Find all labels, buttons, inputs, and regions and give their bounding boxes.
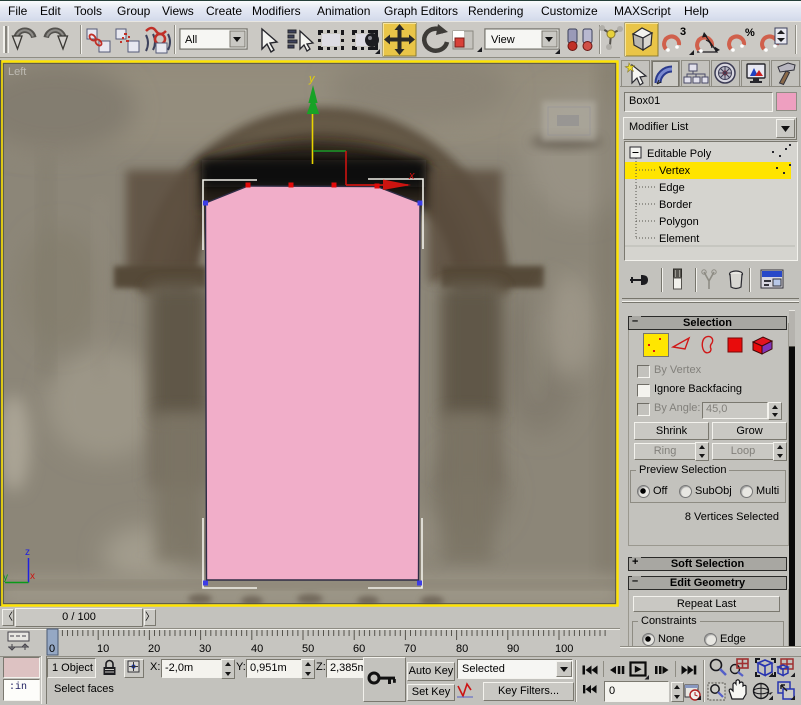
- svg-text:60: 60: [353, 643, 365, 655]
- svg-text:All: All: [185, 34, 197, 46]
- svg-text:z: z: [25, 547, 30, 558]
- svg-text:Edge: Edge: [659, 182, 685, 194]
- svg-text:100: 100: [555, 643, 573, 655]
- svg-text:Editable Poly: Editable Poly: [647, 148, 712, 160]
- svg-text:Element: Element: [659, 233, 699, 245]
- svg-text:40: 40: [251, 643, 263, 655]
- svg-text:Border: Border: [659, 199, 692, 211]
- svg-text:x: x: [408, 170, 415, 182]
- svg-text:30: 30: [199, 643, 211, 655]
- svg-text:3: 3: [680, 26, 686, 38]
- svg-text:90: 90: [507, 643, 519, 655]
- svg-text:View: View: [491, 34, 515, 46]
- svg-text:10: 10: [97, 643, 109, 655]
- svg-text:Polygon: Polygon: [659, 216, 699, 228]
- svg-text:Vertex: Vertex: [659, 165, 691, 177]
- svg-text:x: x: [30, 571, 35, 582]
- svg-text:50: 50: [302, 643, 314, 655]
- svg-text:20: 20: [148, 643, 160, 655]
- svg-text:70: 70: [404, 643, 416, 655]
- svg-text:%: %: [745, 27, 755, 39]
- svg-text:0: 0: [49, 643, 55, 655]
- svg-text:Left: Left: [8, 66, 26, 78]
- svg-text:80: 80: [456, 643, 468, 655]
